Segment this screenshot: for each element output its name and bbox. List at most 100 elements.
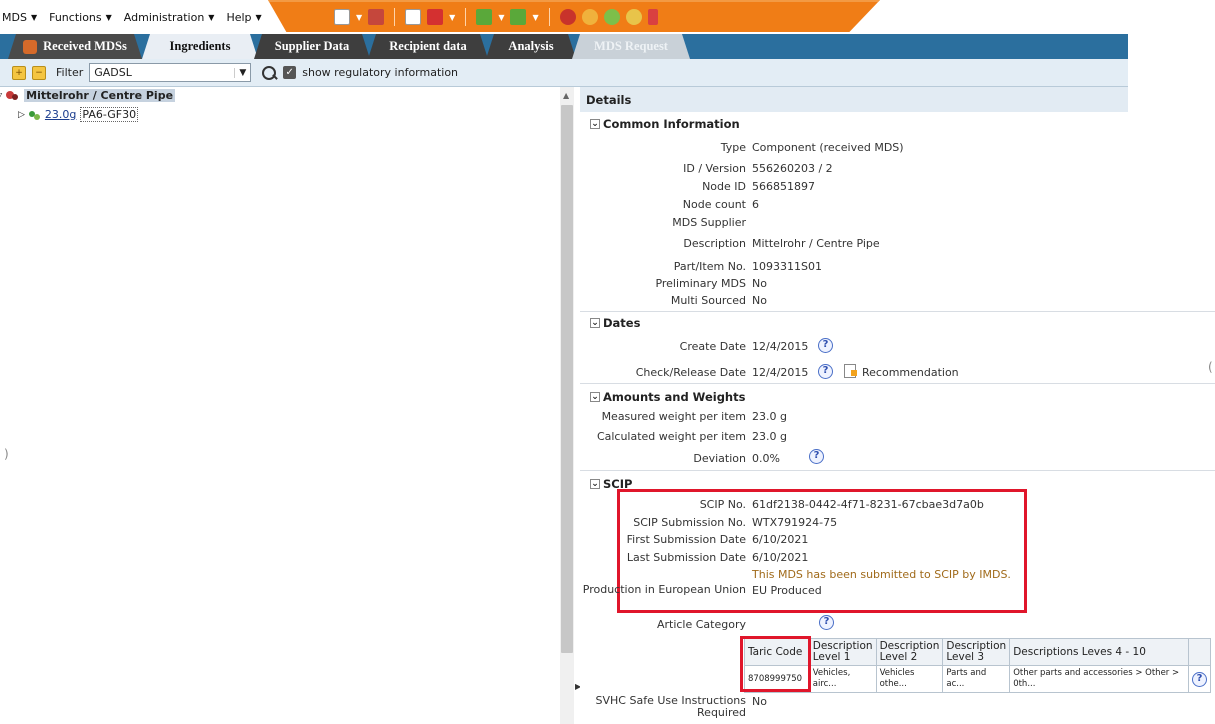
collapse-icon[interactable]: ⌄ <box>590 479 600 489</box>
details-panel: Details ⌄ Common Information Type Compone… <box>580 87 1215 724</box>
production-eu-label: Production in European Union <box>582 583 746 596</box>
field-label: Node ID <box>702 180 746 193</box>
taric-table: Taric Code Description Level 1 Descripti… <box>744 638 1212 693</box>
create-date-value: 12/4/2015 <box>752 340 809 353</box>
collapse-icon[interactable]: ⌄ <box>590 318 600 328</box>
tree-child-weight: 23.0g <box>44 108 77 121</box>
help-icon[interactable]: ? <box>819 615 834 630</box>
description-level-4-10-cell: Other parts and accessories > Other > 0t… <box>1009 665 1189 693</box>
chevron-down-icon[interactable]: ▼ <box>498 13 504 22</box>
recommendation-icon[interactable] <box>844 364 857 378</box>
tab-label: MDS Request <box>594 39 668 53</box>
menu-functions[interactable]: Functions ▼ <box>49 11 112 24</box>
last-submission-date-label: Last Submission Date <box>626 551 746 564</box>
tab-received-mdss[interactable]: Received MDSs <box>8 34 142 59</box>
new-document-icon[interactable] <box>334 9 350 25</box>
chevron-down-icon: ▼ <box>208 12 215 22</box>
field-label: Part/Item No. <box>673 260 746 273</box>
menu-bar: MDS ▼ Functions ▼ Administration ▼ Help ▼ ▼ … <box>0 0 1215 34</box>
green-shapes-icon[interactable] <box>603 9 620 25</box>
chevron-down-icon: ▼ <box>30 12 38 22</box>
deviation-label: Deviation <box>693 452 746 465</box>
orange-shapes-icon[interactable] <box>581 9 598 25</box>
toolbar: ▼ ▼ ▼ ▼ <box>268 0 880 32</box>
tab-ingredients[interactable]: Ingredients <box>142 34 258 59</box>
description-level-1-cell: Vehicles, airc... <box>808 665 877 693</box>
pane-grip-icon[interactable]: ( <box>1208 360 1213 374</box>
measured-weight-label: Measured weight per item <box>601 410 746 423</box>
chevron-down-icon[interactable]: ▼ <box>449 13 455 22</box>
help-icon[interactable]: ? <box>1191 671 1207 687</box>
menu-administration-label: Administration <box>123 10 205 24</box>
search-icon[interactable] <box>261 65 277 81</box>
toolbar-divider <box>548 8 550 26</box>
flask-icon[interactable] <box>647 9 658 25</box>
menu-mds[interactable]: MDS ▼ <box>2 11 37 24</box>
filter-select[interactable]: GADSL ▼ <box>89 63 252 82</box>
expanded-arrow-icon[interactable]: ▽ <box>0 91 2 100</box>
scroll-up-icon[interactable]: ▲ <box>563 91 569 100</box>
description-level-3-cell: Parts and ac... <box>942 665 1011 693</box>
menu-help[interactable]: Help ▼ <box>226 11 261 24</box>
help-icon[interactable]: ? <box>809 449 824 464</box>
material-icon <box>28 110 41 120</box>
help-icon[interactable]: ? <box>818 364 833 379</box>
tree-root-node[interactable]: ▽ Mittelrohr / Centre Pipe <box>0 89 176 102</box>
collapsed-arrow-icon[interactable]: ▷ <box>18 110 25 120</box>
description-level-4-10-header: Descriptions Leves 4 - 10 <box>1009 638 1189 666</box>
ingredients-tree: ▽ Mittelrohr / Centre Pipe ▷ 23.0g PA6-G… <box>0 87 560 724</box>
divider <box>580 470 1215 471</box>
received-mds-icon <box>23 40 37 54</box>
tab-supplier-data[interactable]: Supplier Data <box>254 34 370 59</box>
article-category-label: Article Category <box>656 618 746 631</box>
production-eu-value: EU Produced <box>752 584 822 597</box>
show-regulatory-checkbox[interactable]: ✓ <box>283 66 297 79</box>
field-label: ID / Version <box>683 162 746 175</box>
toolbar-divider <box>394 8 396 26</box>
amounts-header[interactable]: ⌄ Amounts and Weights <box>590 390 745 404</box>
red-cube-icon[interactable] <box>559 9 576 25</box>
field-label: Description <box>683 237 746 250</box>
pdf-icon[interactable] <box>427 9 444 25</box>
taric-highlight-box <box>740 636 811 692</box>
tree-scrollbar[interactable]: ▲ <box>560 87 574 724</box>
tab-analysis[interactable]: Analysis <box>486 34 576 59</box>
taric-header-spacer <box>1187 638 1212 666</box>
chevron-down-icon[interactable]: ▼ <box>356 13 362 22</box>
yellow-shapes-icon[interactable] <box>625 9 642 25</box>
tree-export-icon[interactable] <box>510 9 527 25</box>
field-label: Node count <box>682 198 746 211</box>
taric-header-row: Taric Code Description Level 1 Descripti… <box>744 638 1212 666</box>
field-value: No <box>752 294 767 307</box>
tree-child-node[interactable]: ▷ 23.0g PA6-GF30 <box>18 107 139 122</box>
toolbar-divider <box>465 8 467 26</box>
tab-recipient-data[interactable]: Recipient data <box>368 34 488 59</box>
expand-all-icon[interactable]: + <box>12 65 26 80</box>
collapse-all-icon[interactable]: − <box>32 65 46 80</box>
description-level-2-header: Description Level 2 <box>875 638 944 666</box>
chevron-down-icon[interactable]: ▼ <box>532 13 538 22</box>
measured-weight-value: 23.0 g <box>752 410 787 423</box>
check-date-label: Check/Release Date <box>635 366 746 379</box>
edit-document-icon[interactable] <box>405 9 422 25</box>
dates-title: Dates <box>603 316 641 330</box>
recommendation-link[interactable]: Recommendation <box>862 366 959 379</box>
last-submission-date-value: 6/10/2021 <box>752 551 809 564</box>
dates-header[interactable]: ⌄ Dates <box>590 316 640 330</box>
collapse-icon[interactable]: ⌄ <box>590 392 600 402</box>
save-icon[interactable] <box>368 9 385 25</box>
field-value: No <box>752 277 767 290</box>
common-info-header[interactable]: ⌄ Common Information <box>590 117 740 131</box>
scrollbar-thumb[interactable] <box>561 105 573 653</box>
menu-administration[interactable]: Administration ▼ <box>124 11 215 24</box>
collapse-icon[interactable]: ⌄ <box>590 119 600 129</box>
svhc-label: SVHC Safe Use Instructions Required <box>595 694 746 719</box>
help-icon[interactable]: ? <box>818 338 833 353</box>
tab-label: Recipient data <box>389 39 467 53</box>
field-label: Type <box>720 141 746 154</box>
scip-no-value: 61df2138-0442-4f71-8231-67cbae3d7a0b <box>752 498 984 511</box>
field-label: Preliminary MDS <box>655 277 746 290</box>
tree-green-icon[interactable] <box>476 9 493 25</box>
tree-root-label: Mittelrohr / Centre Pipe <box>24 89 176 102</box>
pane-grip-icon[interactable]: ) <box>4 447 9 461</box>
